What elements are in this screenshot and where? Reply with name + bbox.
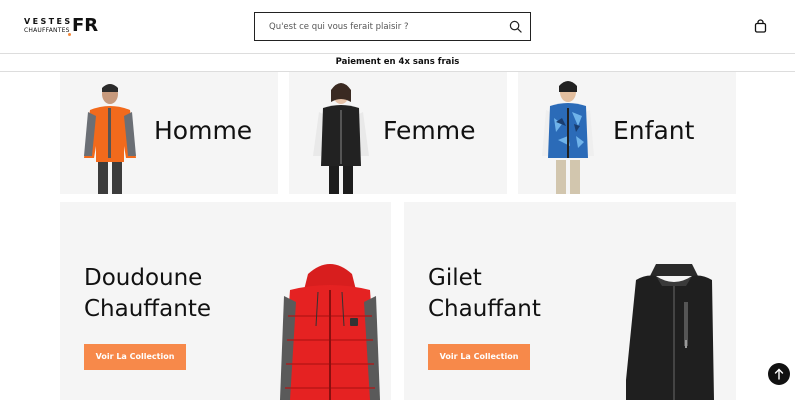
man-jacket-image [84,84,136,194]
category-label-homme: Homme [154,116,253,145]
category-card-enfant[interactable]: Enfant [518,72,736,194]
category-card-homme[interactable]: Homme [60,72,278,194]
voir-collection-button[interactable]: Voir La Collection [428,344,530,370]
scroll-to-top-button[interactable] [768,363,790,385]
collection-title-doudoune: Doudoune Chauffante [84,263,211,325]
collection-title-line2: Chauffant [428,296,541,322]
site-header: VESTES CHAUFFANTES FR [0,0,795,53]
collection-card-gilet: Gilet Chauffant Voir La Collection [404,202,736,400]
category-card-femme[interactable]: Femme [289,72,507,194]
promo-banner: Paiement en 4x sans frais [0,53,795,72]
collection-title-gilet: Gilet Chauffant [428,263,541,325]
collection-card-doudoune: Doudoune Chauffante Voir La Collection [60,202,391,400]
arrow-up-icon [774,368,784,380]
collection-title-line1: Gilet [428,265,482,291]
collection-title-line2: Chauffante [84,296,211,322]
child-vest-image [542,81,594,194]
black-vest-image [626,264,714,400]
search-bar [254,12,531,41]
logo-dot [68,33,71,36]
shopping-bag-icon[interactable] [754,19,767,33]
category-label-enfant: Enfant [613,116,695,145]
site-logo[interactable]: VESTES CHAUFFANTES FR [24,17,98,37]
search-input[interactable] [255,13,495,40]
collection-title-line1: Doudoune [84,265,203,291]
woman-vest-image [313,83,369,194]
category-label-femme: Femme [383,116,476,145]
logo-line2: CHAUFFANTES [24,27,70,34]
search-icon[interactable] [509,20,522,33]
red-puffer-vest-image [280,264,380,400]
voir-collection-button[interactable]: Voir La Collection [84,344,186,370]
logo-mark: FR [72,15,99,36]
logo-line1: VESTES [24,17,73,26]
